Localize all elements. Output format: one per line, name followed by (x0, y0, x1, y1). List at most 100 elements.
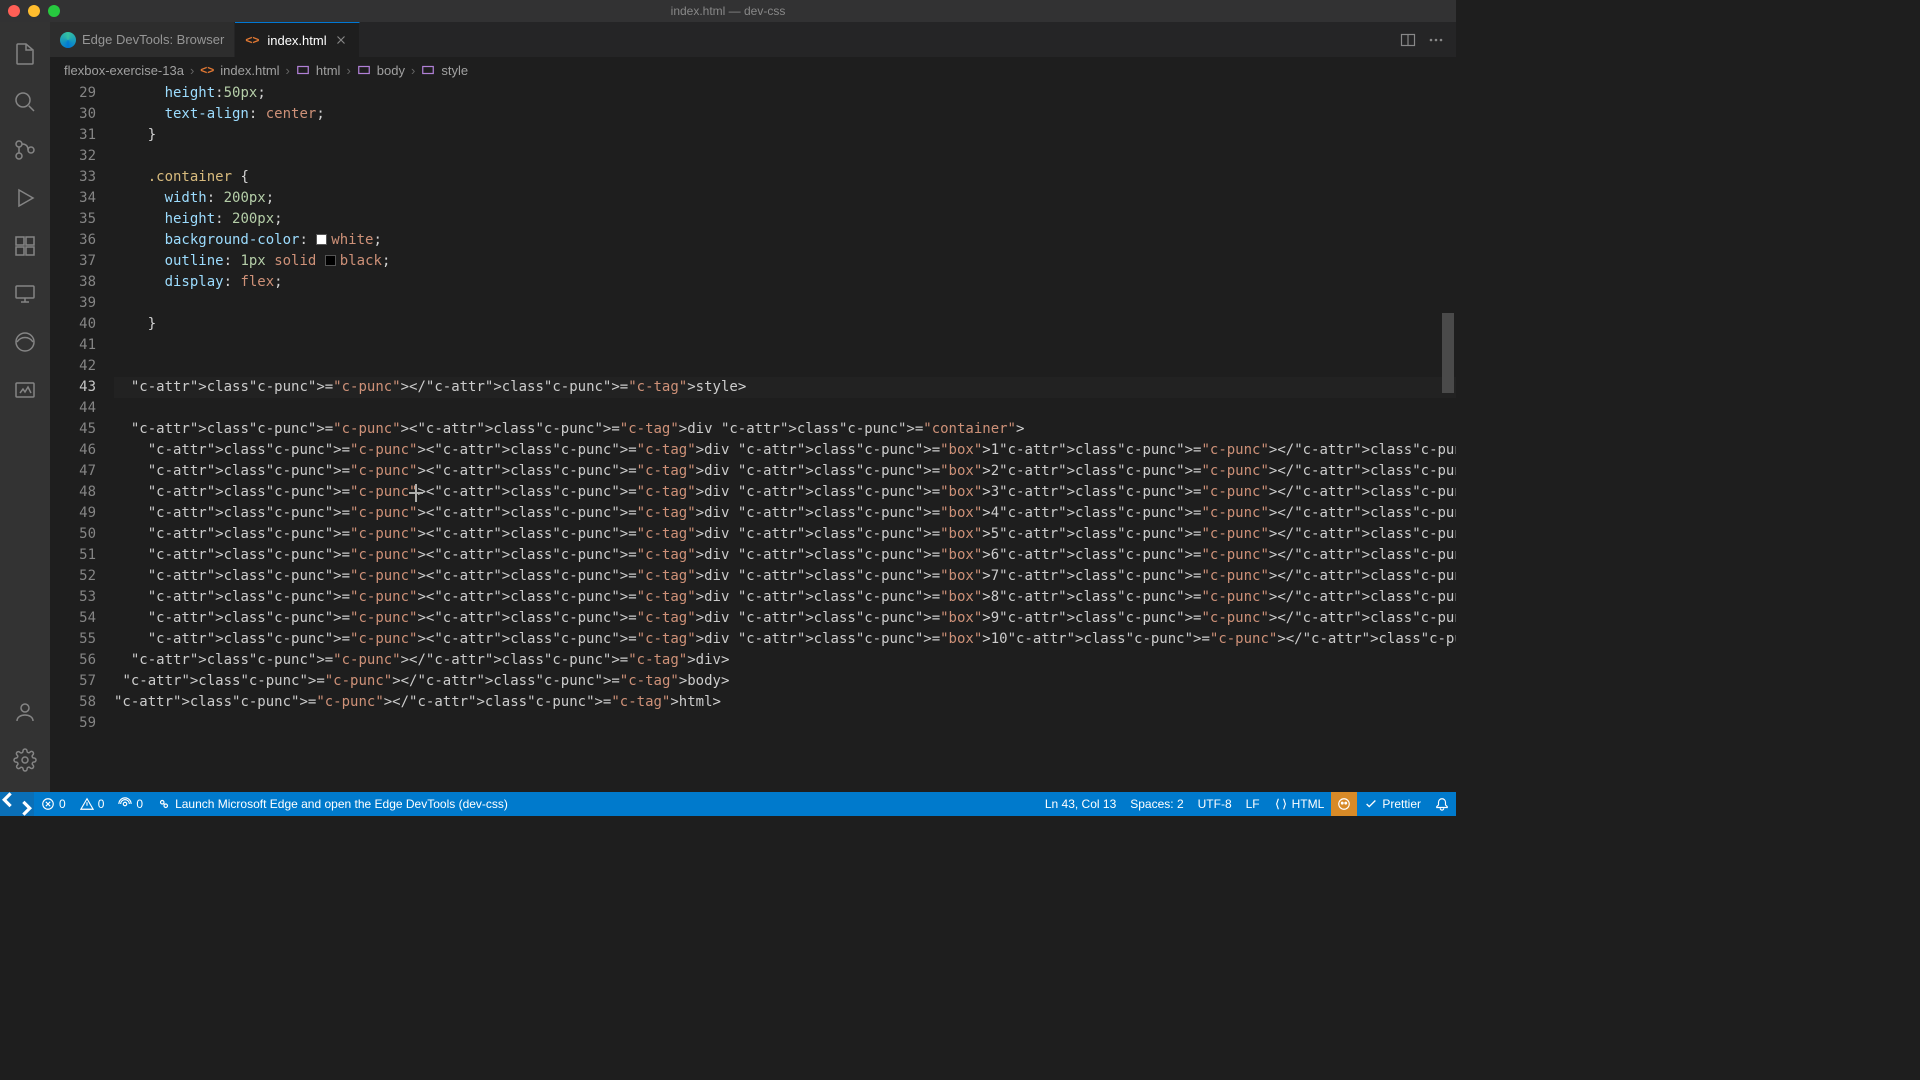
code-line[interactable]: "c-attr">class"c-punc">="c-punc"><"c-att… (114, 419, 1456, 440)
source-control-icon[interactable] (0, 126, 50, 174)
launch-edge-button[interactable]: Launch Microsoft Edge and open the Edge … (150, 792, 515, 816)
line-number: 31 (50, 125, 114, 146)
prettier-status[interactable]: Prettier (1357, 792, 1428, 816)
code-line[interactable]: "c-attr">class"c-punc">="c-punc"><"c-att… (114, 461, 1456, 482)
line-number: 44 (50, 398, 114, 419)
code-line[interactable]: width: 200px; (114, 188, 1456, 209)
code-line[interactable]: "c-attr">class"c-punc">="c-punc"></"c-at… (114, 671, 1456, 692)
maximize-window-button[interactable] (48, 5, 60, 17)
encoding-status[interactable]: UTF-8 (1191, 792, 1239, 816)
split-editor-icon[interactable] (1400, 32, 1416, 48)
code-line[interactable]: .container { (114, 167, 1456, 188)
line-number: 35 (50, 209, 114, 230)
line-number: 37 (50, 251, 114, 272)
code-line[interactable]: "c-attr">class"c-punc">="c-punc"><"c-att… (114, 503, 1456, 524)
code-line[interactable]: "c-attr">class"c-punc">="c-punc"></"c-at… (114, 377, 1456, 398)
error-count: 0 (59, 797, 66, 811)
symbol-icon (421, 63, 435, 77)
code-line[interactable]: height:50px; (114, 83, 1456, 104)
line-number: 42 (50, 356, 114, 377)
line-number: 41 (50, 335, 114, 356)
tab-edge-devtools[interactable]: Edge DevTools: Browser (50, 22, 235, 57)
line-number: 29 (50, 83, 114, 104)
code-line[interactable] (114, 293, 1456, 314)
code-line[interactable]: background-color: white; (114, 230, 1456, 251)
breadcrumb-node[interactable]: html (316, 63, 341, 78)
ports-status[interactable]: 0 (111, 792, 150, 816)
notifications-icon[interactable] (1428, 792, 1456, 816)
warning-count: 0 (98, 797, 105, 811)
code-line[interactable]: "c-attr">class"c-punc">="c-punc"><"c-att… (114, 566, 1456, 587)
code-line[interactable]: "c-attr">class"c-punc">="c-punc"></"c-at… (114, 650, 1456, 671)
html-file-icon: <> (200, 63, 214, 77)
cursor-position[interactable]: Ln 43, Col 13 (1038, 792, 1123, 816)
code-line[interactable]: "c-attr">class"c-punc">="c-punc"><"c-att… (114, 524, 1456, 545)
code-line[interactable]: outline: 1px solid black; (114, 251, 1456, 272)
window-title: index.html — dev-css (671, 4, 786, 18)
line-number: 46 (50, 440, 114, 461)
code-line[interactable] (114, 356, 1456, 377)
tab-bar: Edge DevTools: Browser <> index.html (50, 22, 1456, 57)
code-line[interactable] (114, 398, 1456, 419)
search-icon[interactable] (0, 78, 50, 126)
breadcrumb-node[interactable]: style (441, 63, 468, 78)
edge-devtools-icon[interactable] (0, 318, 50, 366)
scrollbar-thumb[interactable] (1442, 313, 1454, 393)
remote-explorer-icon[interactable] (0, 270, 50, 318)
symbol-icon (357, 63, 371, 77)
line-number: 43 (50, 377, 114, 398)
code-line[interactable]: "c-attr">class"c-punc">="c-punc"><"c-att… (114, 440, 1456, 461)
tab-index-html[interactable]: <> index.html (235, 22, 359, 57)
line-number: 30 (50, 104, 114, 125)
eol-status[interactable]: LF (1239, 792, 1267, 816)
minimize-window-button[interactable] (28, 5, 40, 17)
breadcrumb[interactable]: flexbox-exercise-13a › <> index.html › h… (50, 57, 1456, 83)
more-actions-icon[interactable] (1428, 32, 1444, 48)
problems-warnings[interactable]: 0 (73, 792, 112, 816)
extensions-icon[interactable] (0, 222, 50, 270)
symbol-icon (296, 63, 310, 77)
code-line[interactable]: } (114, 314, 1456, 335)
language-mode[interactable]: HTML (1267, 792, 1332, 816)
screenshot-icon[interactable] (0, 366, 50, 414)
line-number: 38 (50, 272, 114, 293)
accounts-icon[interactable] (0, 688, 50, 736)
code-line[interactable]: "c-attr">class"c-punc">="c-punc"><"c-att… (114, 587, 1456, 608)
code-line[interactable]: "c-attr">class"c-punc">="c-punc"><"c-att… (114, 545, 1456, 566)
line-number: 59 (50, 713, 114, 734)
close-tab-icon[interactable] (333, 32, 349, 48)
code-line[interactable] (114, 713, 1456, 734)
code-line[interactable]: text-align: center; (114, 104, 1456, 125)
code-line[interactable]: } (114, 125, 1456, 146)
code-content[interactable]: height:50px; text-align: center; } .cont… (114, 83, 1456, 734)
line-number: 57 (50, 671, 114, 692)
code-line[interactable]: height: 200px; (114, 209, 1456, 230)
line-number: 34 (50, 188, 114, 209)
breadcrumb-node[interactable]: body (377, 63, 405, 78)
code-line[interactable]: "c-attr">class"c-punc">="c-punc"></"c-at… (114, 692, 1456, 713)
status-bar: 0 0 0 Launch Microsoft Edge and open the… (0, 792, 1456, 816)
breadcrumb-file[interactable]: index.html (220, 63, 279, 78)
line-number: 33 (50, 167, 114, 188)
line-number: 51 (50, 545, 114, 566)
code-line[interactable]: "c-attr">class"c-punc">="c-punc"><"c-att… (114, 629, 1456, 650)
tab-label: Edge DevTools: Browser (82, 32, 224, 47)
run-debug-icon[interactable] (0, 174, 50, 222)
settings-gear-icon[interactable] (0, 736, 50, 784)
explorer-icon[interactable] (0, 30, 50, 78)
line-number: 36 (50, 230, 114, 251)
code-line[interactable]: "c-attr">class"c-punc">="c-punc"><"c-att… (114, 608, 1456, 629)
code-line[interactable] (114, 146, 1456, 167)
breadcrumb-folder[interactable]: flexbox-exercise-13a (64, 63, 184, 78)
copilot-status[interactable] (1331, 792, 1357, 816)
code-line[interactable]: "c-attr">class"c-punc">="c-punc"><"c-att… (114, 482, 1456, 503)
problems-errors[interactable]: 0 (34, 792, 73, 816)
code-editor[interactable]: 2930313233343536373839404142434445464748… (50, 83, 1456, 792)
chevron-right-icon: › (346, 63, 350, 78)
remote-indicator[interactable] (0, 792, 34, 816)
code-line[interactable]: display: flex; (114, 272, 1456, 293)
indentation-status[interactable]: Spaces: 2 (1123, 792, 1190, 816)
close-window-button[interactable] (8, 5, 20, 17)
ports-count: 0 (136, 797, 143, 811)
code-line[interactable] (114, 335, 1456, 356)
